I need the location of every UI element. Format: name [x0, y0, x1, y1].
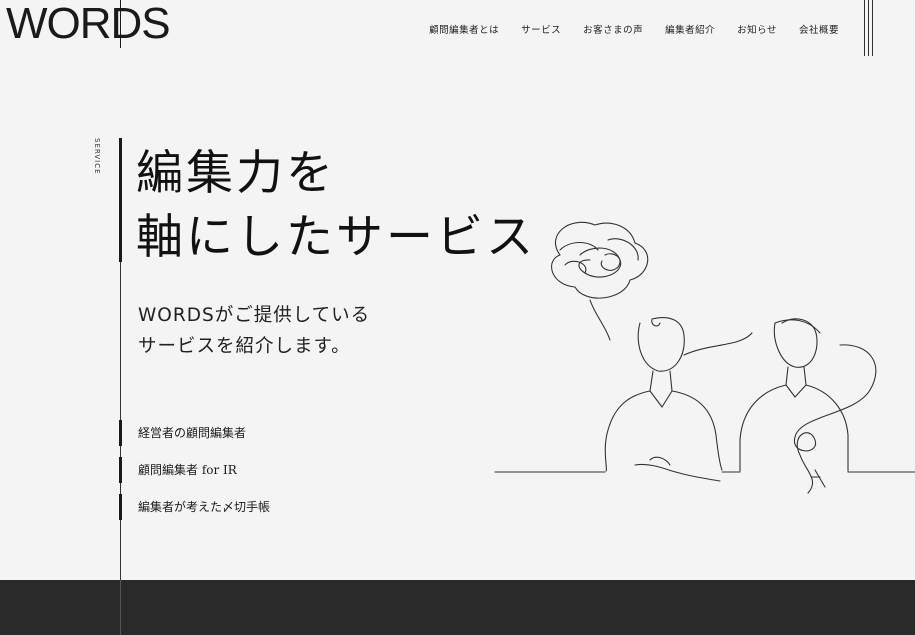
service-link-label: 経営者の顧問編集者 [138, 426, 247, 440]
two-people-conversation-illustration [494, 221, 915, 494]
service-link-bar [119, 494, 122, 520]
service-link-label: 顧問編集者 for IR [138, 463, 237, 477]
service-link-deadline-planner[interactable]: 編集者が考えた〆切手帳 [119, 494, 270, 520]
lead-line-2: サービスを紹介します。 [138, 336, 351, 357]
nav-item-about-editor[interactable]: 顧問編集者とは [429, 22, 499, 36]
page-title-line-2: 軸にしたサービス [136, 210, 536, 265]
nav-item-news[interactable]: お知らせ [737, 22, 777, 36]
section-label: SERVICE [93, 138, 101, 175]
nav-item-voice[interactable]: お客さまの声 [583, 22, 643, 36]
logo[interactable]: WORDS [6, 0, 171, 50]
nav-item-service[interactable]: サービス [521, 22, 561, 36]
service-link-bar [119, 420, 122, 446]
nav-item-editors[interactable]: 編集者紹介 [665, 22, 715, 36]
lead-line-1: WORDSがご提供している [138, 305, 371, 326]
headline-accent-bar [119, 138, 122, 262]
service-link-executive-editor[interactable]: 経営者の顧問編集者 [119, 420, 270, 446]
service-link-bar [119, 457, 122, 483]
page-title: 編集力を 軸にしたサービス [136, 142, 536, 270]
logo-divider [120, 0, 121, 48]
footer-band [0, 580, 915, 635]
hamburger-lines-icon[interactable] [864, 0, 876, 56]
service-list: 経営者の顧問編集者 顧問編集者 for IR 編集者が考えた〆切手帳 [119, 420, 270, 531]
service-link-label: 編集者が考えた〆切手帳 [138, 500, 271, 514]
global-nav: 顧問編集者とは サービス お客さまの声 編集者紹介 お知らせ 会社概要 [429, 22, 839, 36]
service-link-ir-editor[interactable]: 顧問編集者 for IR [119, 457, 270, 483]
footer-guide-line [120, 580, 121, 635]
nav-item-company[interactable]: 会社概要 [799, 22, 839, 36]
page-title-line-1: 編集力を [136, 146, 336, 201]
lead-text: WORDSがご提供している サービスを紹介します。 [138, 300, 370, 362]
